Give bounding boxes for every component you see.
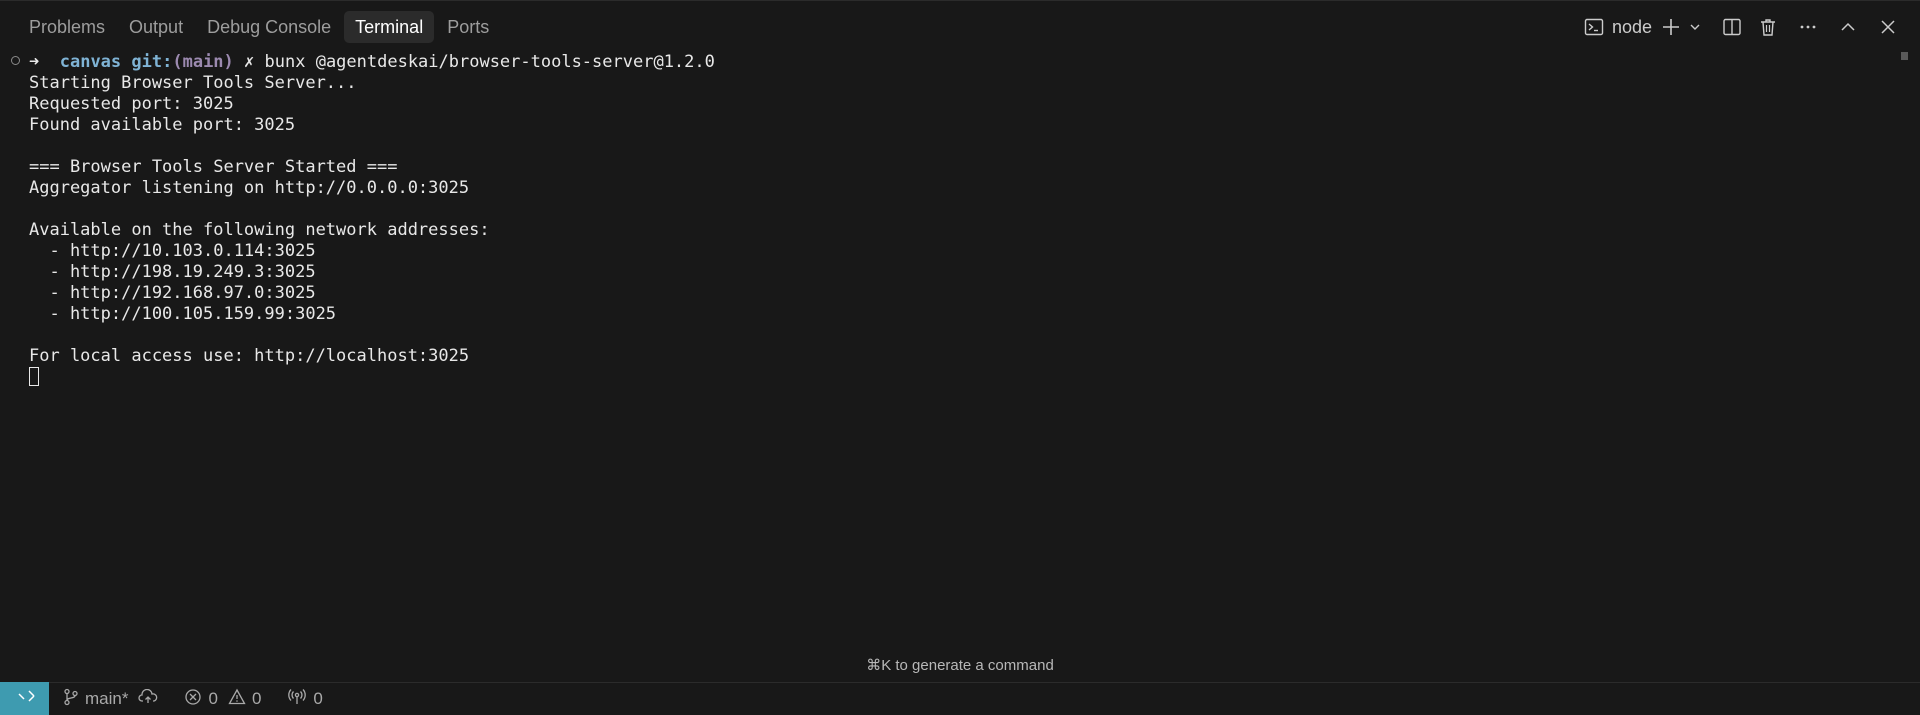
prompt-git: git: [131,52,173,72]
close-panel-button[interactable] [1870,11,1906,43]
prompt-command: bunx @agentdeskai/browser-tools-server@1… [264,52,715,72]
generate-command-hint: ⌘K to generate a command [866,657,1054,674]
terminal-output: ➜ canvas git:(main) ✗ bunx @agentdeskai/… [29,52,715,388]
problems-indicator[interactable]: 0 0 [184,688,261,711]
terminal-name: node [1611,16,1652,37]
prompt-dir: canvas [59,52,122,72]
prompt-line: ➜ canvas git:(main) ✗ bunx @agentdeskai/… [29,52,715,73]
split-terminal-button[interactable] [1714,11,1750,43]
error-count: 0 [208,689,218,708]
git-branch-icon [63,688,79,711]
warning-count: 0 [251,689,262,708]
kill-terminal-button[interactable] [1750,11,1786,43]
output-line: - http://10.103.0.114:3025 [29,241,316,261]
terminal-view[interactable]: ➜ canvas git:(main) ✗ bunx @agentdeskai/… [0,52,1920,682]
cursor-line [29,367,715,388]
terminal-cursor [29,367,39,386]
chevron-down-icon [1689,21,1701,33]
output-line: Found available port: 3025 [29,115,296,135]
branch-indicator[interactable]: main* [63,688,158,711]
maximize-panel-button[interactable] [1830,11,1866,43]
prompt-branch: (main) [172,52,234,72]
output-line: - http://100.105.159.99:3025 [29,304,337,324]
output-line: Requested port: 3025 [29,94,234,114]
output-line: === Browser Tools Server Started === [29,157,398,177]
tab-terminal[interactable]: Terminal [344,10,435,43]
terminal-selector[interactable]: node [1584,11,1658,43]
ports-count: 0 [313,689,323,708]
chevron-up-icon [1839,18,1857,36]
new-terminal-button[interactable] [1658,11,1684,43]
branch-name: main* [85,689,129,708]
output-line: Starting Browser Tools Server... [29,73,357,93]
output-line: - http://192.168.97.0:3025 [29,283,316,303]
output-line: Aggregator listening on http://0.0.0.0:3… [29,178,470,198]
remote-indicator[interactable] [0,682,49,715]
status-bar: main* 0 0 0 [0,682,1920,715]
broadcast-icon [287,688,307,711]
command-status-icon [11,56,20,65]
trash-icon [1758,17,1778,37]
more-actions-button[interactable] [1790,11,1826,43]
warning-icon [228,688,246,711]
terminal-dropdown-button[interactable] [1684,11,1706,43]
tab-ports[interactable]: Ports [436,11,500,43]
close-icon [1879,18,1897,36]
prompt-arrow: ➜ [29,52,40,72]
plus-icon [1661,17,1681,37]
scrollbar[interactable] [1901,52,1908,60]
prompt-dirty: ✗ [244,52,255,72]
tab-problems[interactable]: Problems [18,11,116,43]
split-icon [1722,17,1742,37]
panel-header: Problems Output Debug Console Terminal P… [0,0,1920,52]
terminal-icon [1584,17,1604,37]
output-line: - http://198.19.249.3:3025 [29,262,316,282]
remote-icon [15,686,35,711]
output-line: For local access use: http://localhost:3… [29,346,470,366]
cloud-sync-icon [138,688,158,710]
ports-indicator[interactable]: 0 [287,688,323,711]
output-line: Available on the following network addre… [29,220,490,240]
tab-output[interactable]: Output [118,11,194,43]
tab-debug-console[interactable]: Debug Console [196,11,342,43]
panel-actions: node [1584,1,1906,53]
more-icon [1798,17,1818,37]
error-icon [184,688,202,711]
panel-tabs: Problems Output Debug Console Terminal P… [18,10,500,43]
